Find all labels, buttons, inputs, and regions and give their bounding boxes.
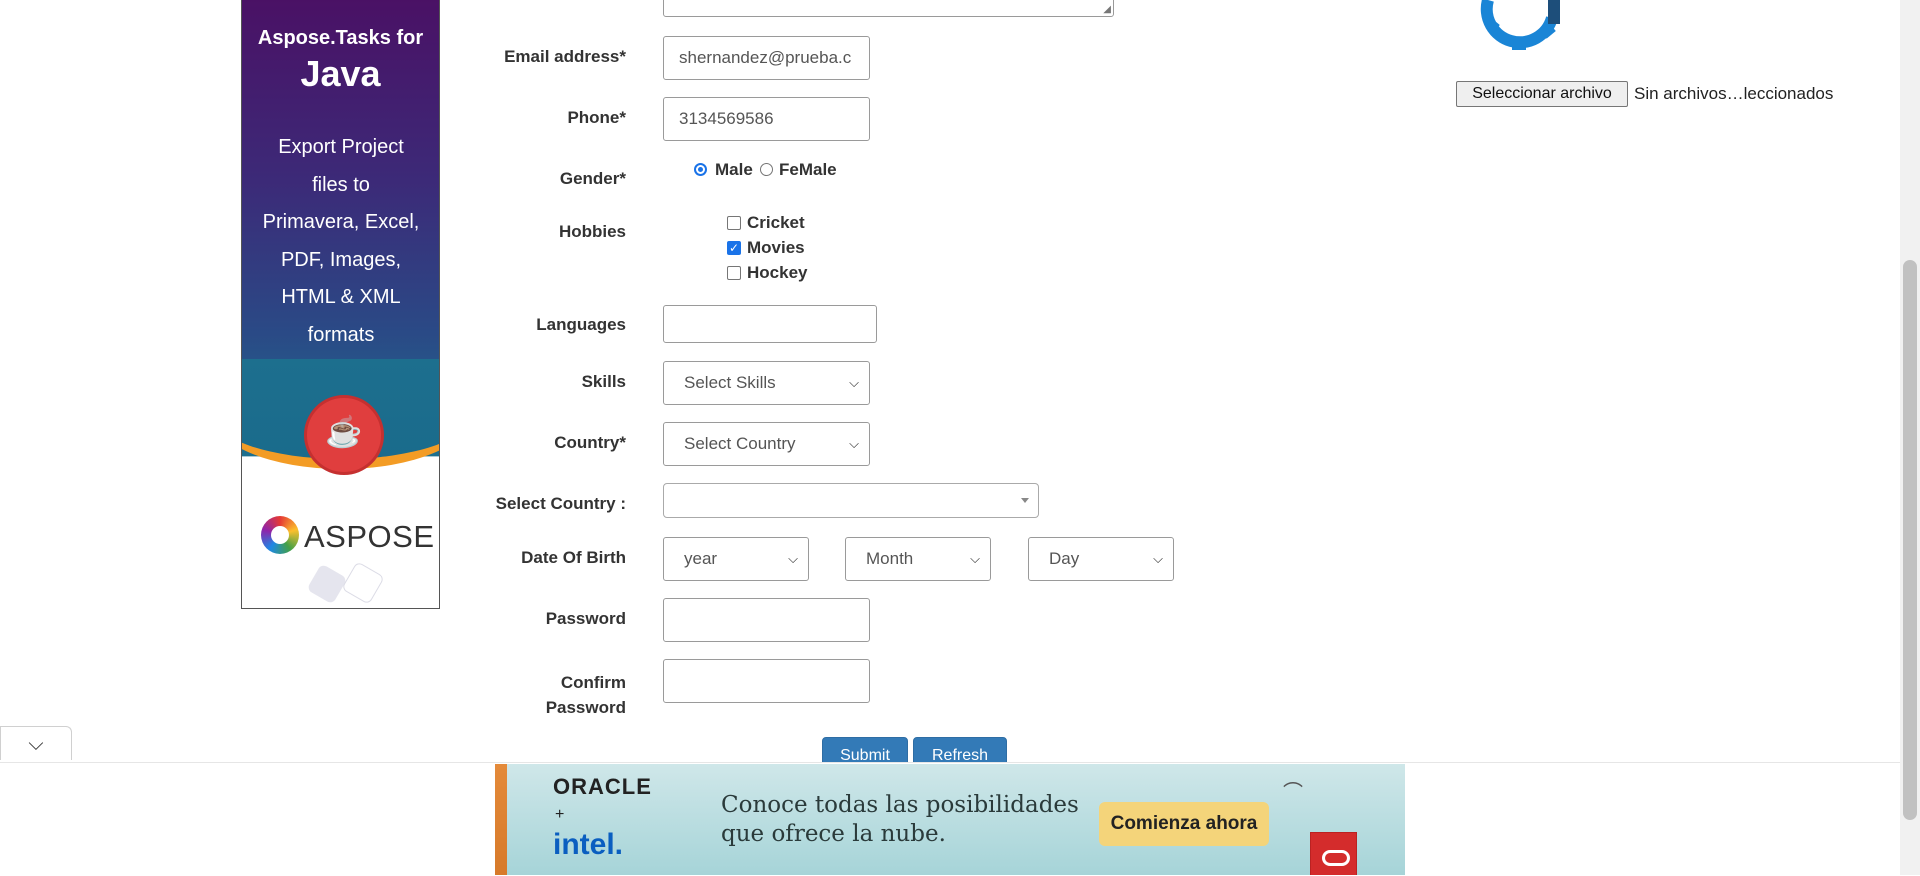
intel-logo-text: intel.	[553, 828, 624, 861]
country-select-value: Select Country	[684, 434, 796, 453]
chevron-down-icon: ⌵	[970, 551, 980, 566]
ad-stripe	[495, 764, 507, 875]
skills-select-value: Select Skills	[684, 373, 776, 392]
chevron-down-icon: ⌵	[849, 436, 859, 451]
ad-plus-text: +	[555, 806, 565, 823]
ad-logo-text: ASPOSE	[304, 519, 435, 554]
email-label: Email address*	[504, 47, 626, 66]
confirm-password-field[interactable]	[663, 659, 870, 703]
confirm-password-label: Confirm Password	[546, 670, 626, 720]
ad-message-line: Conoce todas las posibilidades	[721, 792, 1079, 818]
java-cup-icon: ☕	[304, 395, 384, 475]
oracle-icon	[1310, 832, 1357, 875]
skills-label: Skills	[581, 372, 626, 391]
ad-line: Export Project	[278, 136, 404, 158]
confirm-password-label-line: Password	[545, 698, 626, 717]
caret-down-icon	[1021, 498, 1029, 503]
hexagon-decor-icon	[306, 563, 348, 605]
dob-label: Date Of Birth	[521, 548, 626, 567]
phone-field[interactable]: 3134569586	[663, 97, 870, 141]
hobby-movies-checkbox[interactable]: ✓	[727, 241, 741, 255]
select-country-label: Select Country :	[495, 494, 626, 513]
ad-brand-text: Aspose.Tasks for	[257, 27, 424, 49]
chevron-down-icon: ⌵	[1153, 551, 1163, 566]
dob-month-value: Month	[866, 549, 914, 568]
ad-message-line: que ofrece la nube.	[721, 821, 946, 847]
aspose-ad-banner[interactable]: Aspose.Tasks for Java Export Project fil…	[241, 0, 440, 609]
ad-line: files to	[312, 173, 370, 196]
hobby-hockey-label[interactable]: Hockey	[747, 263, 807, 283]
password-field[interactable]	[663, 598, 870, 642]
ad-description: Export Project files to Primavera, Excel…	[256, 129, 426, 354]
dob-year-select[interactable]: year ⌵	[663, 537, 809, 581]
chevron-down-icon: ⌵	[788, 551, 798, 566]
bird-icon: ⌒	[1283, 782, 1303, 804]
gender-male-radio[interactable]	[694, 163, 707, 176]
country-select[interactable]: Select Country ⌵	[663, 422, 870, 466]
ad-product-text: Java	[300, 53, 381, 94]
oracle-intel-ad[interactable]: ORACLE + intel. Conoce todas las posibil…	[495, 764, 1405, 875]
hobby-cricket-label[interactable]: Cricket	[747, 213, 805, 233]
dob-day-value: Day	[1049, 549, 1080, 568]
aspose-logo-icon	[261, 516, 299, 554]
ad-line: PDF, Images,	[280, 248, 402, 271]
dob-month-select[interactable]: Month ⌵	[845, 537, 991, 581]
skills-select[interactable]: Select Skills ⌵	[663, 361, 870, 405]
file-status-text: Sin archivos…leccionados	[1634, 84, 1834, 103]
hexagon-decor-icon	[341, 561, 385, 605]
hobby-movies-label[interactable]: Movies	[747, 238, 805, 258]
resize-handle-icon[interactable]: ◢	[1103, 5, 1111, 15]
dob-year-value: year	[684, 549, 718, 568]
collapse-ad-button[interactable]: ⌵	[0, 726, 72, 760]
chevron-down-icon: ⌵	[28, 733, 44, 755]
hobby-cricket-checkbox[interactable]	[727, 216, 741, 230]
password-label: Password	[545, 609, 626, 628]
gear-icon	[1480, 0, 1560, 50]
phone-label: Phone*	[567, 108, 626, 127]
select-country-combobox[interactable]	[663, 483, 1039, 518]
languages-label: Languages	[536, 315, 626, 334]
dob-day-select[interactable]: Day ⌵	[1028, 537, 1174, 581]
scrollbar-thumb[interactable]	[1903, 260, 1917, 820]
gender-male-label[interactable]: Male	[715, 160, 753, 180]
email-field[interactable]: shernandez@prueba.c	[663, 36, 870, 80]
ad-line: Primavera, Excel,	[262, 211, 420, 233]
ad-cta-button[interactable]: Comienza ahora	[1099, 802, 1269, 846]
ad-line: formats	[307, 323, 375, 346]
address-textarea[interactable]: ◢	[663, 0, 1114, 17]
country-label: Country*	[554, 433, 626, 452]
ad-line: HTML & XML	[281, 286, 401, 308]
oracle-logo-text: ORACLE	[553, 774, 652, 799]
ad-message: Conoce todas las posibilidades que ofrec…	[721, 791, 1079, 849]
languages-field[interactable]	[663, 305, 877, 343]
gender-female-radio[interactable]	[760, 163, 773, 176]
gender-label: Gender*	[559, 169, 626, 188]
choose-file-button[interactable]: Seleccionar archivo	[1456, 81, 1628, 107]
hobby-hockey-checkbox[interactable]	[727, 266, 741, 280]
hobbies-label: Hobbies	[558, 222, 626, 241]
chevron-down-icon: ⌵	[849, 375, 859, 390]
confirm-password-label-line: Confirm	[560, 673, 626, 692]
gender-female-label[interactable]: FeMale	[779, 160, 837, 180]
